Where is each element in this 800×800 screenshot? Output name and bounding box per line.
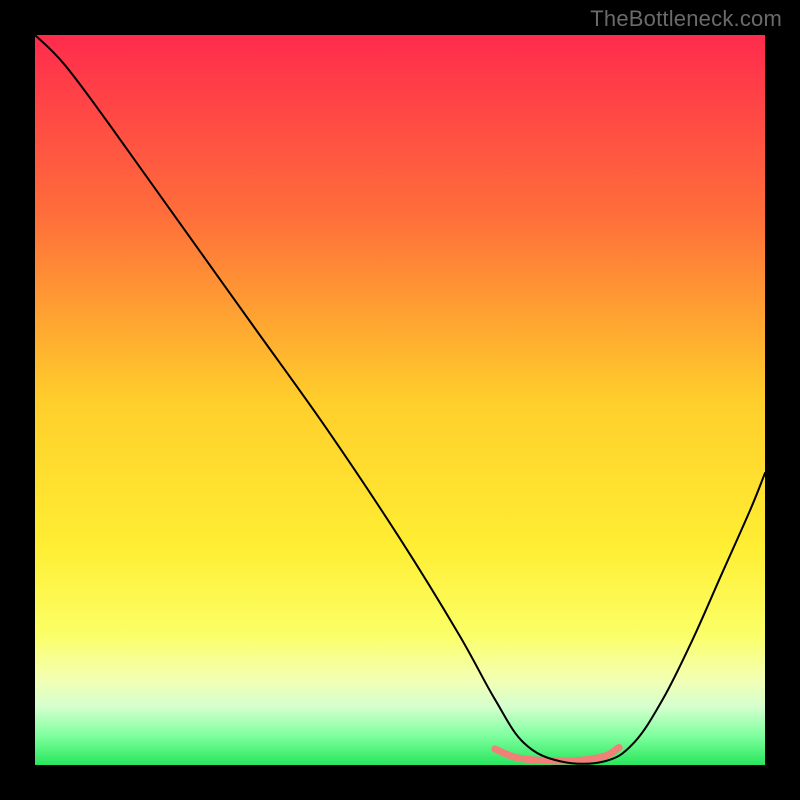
chart-frame: TheBottleneck.com xyxy=(0,0,800,800)
watermark-label: TheBottleneck.com xyxy=(590,6,782,32)
gradient-background xyxy=(35,35,765,765)
right-border xyxy=(765,0,800,800)
left-border xyxy=(0,0,35,800)
plot-area xyxy=(35,35,765,765)
bottom-border xyxy=(0,765,800,800)
